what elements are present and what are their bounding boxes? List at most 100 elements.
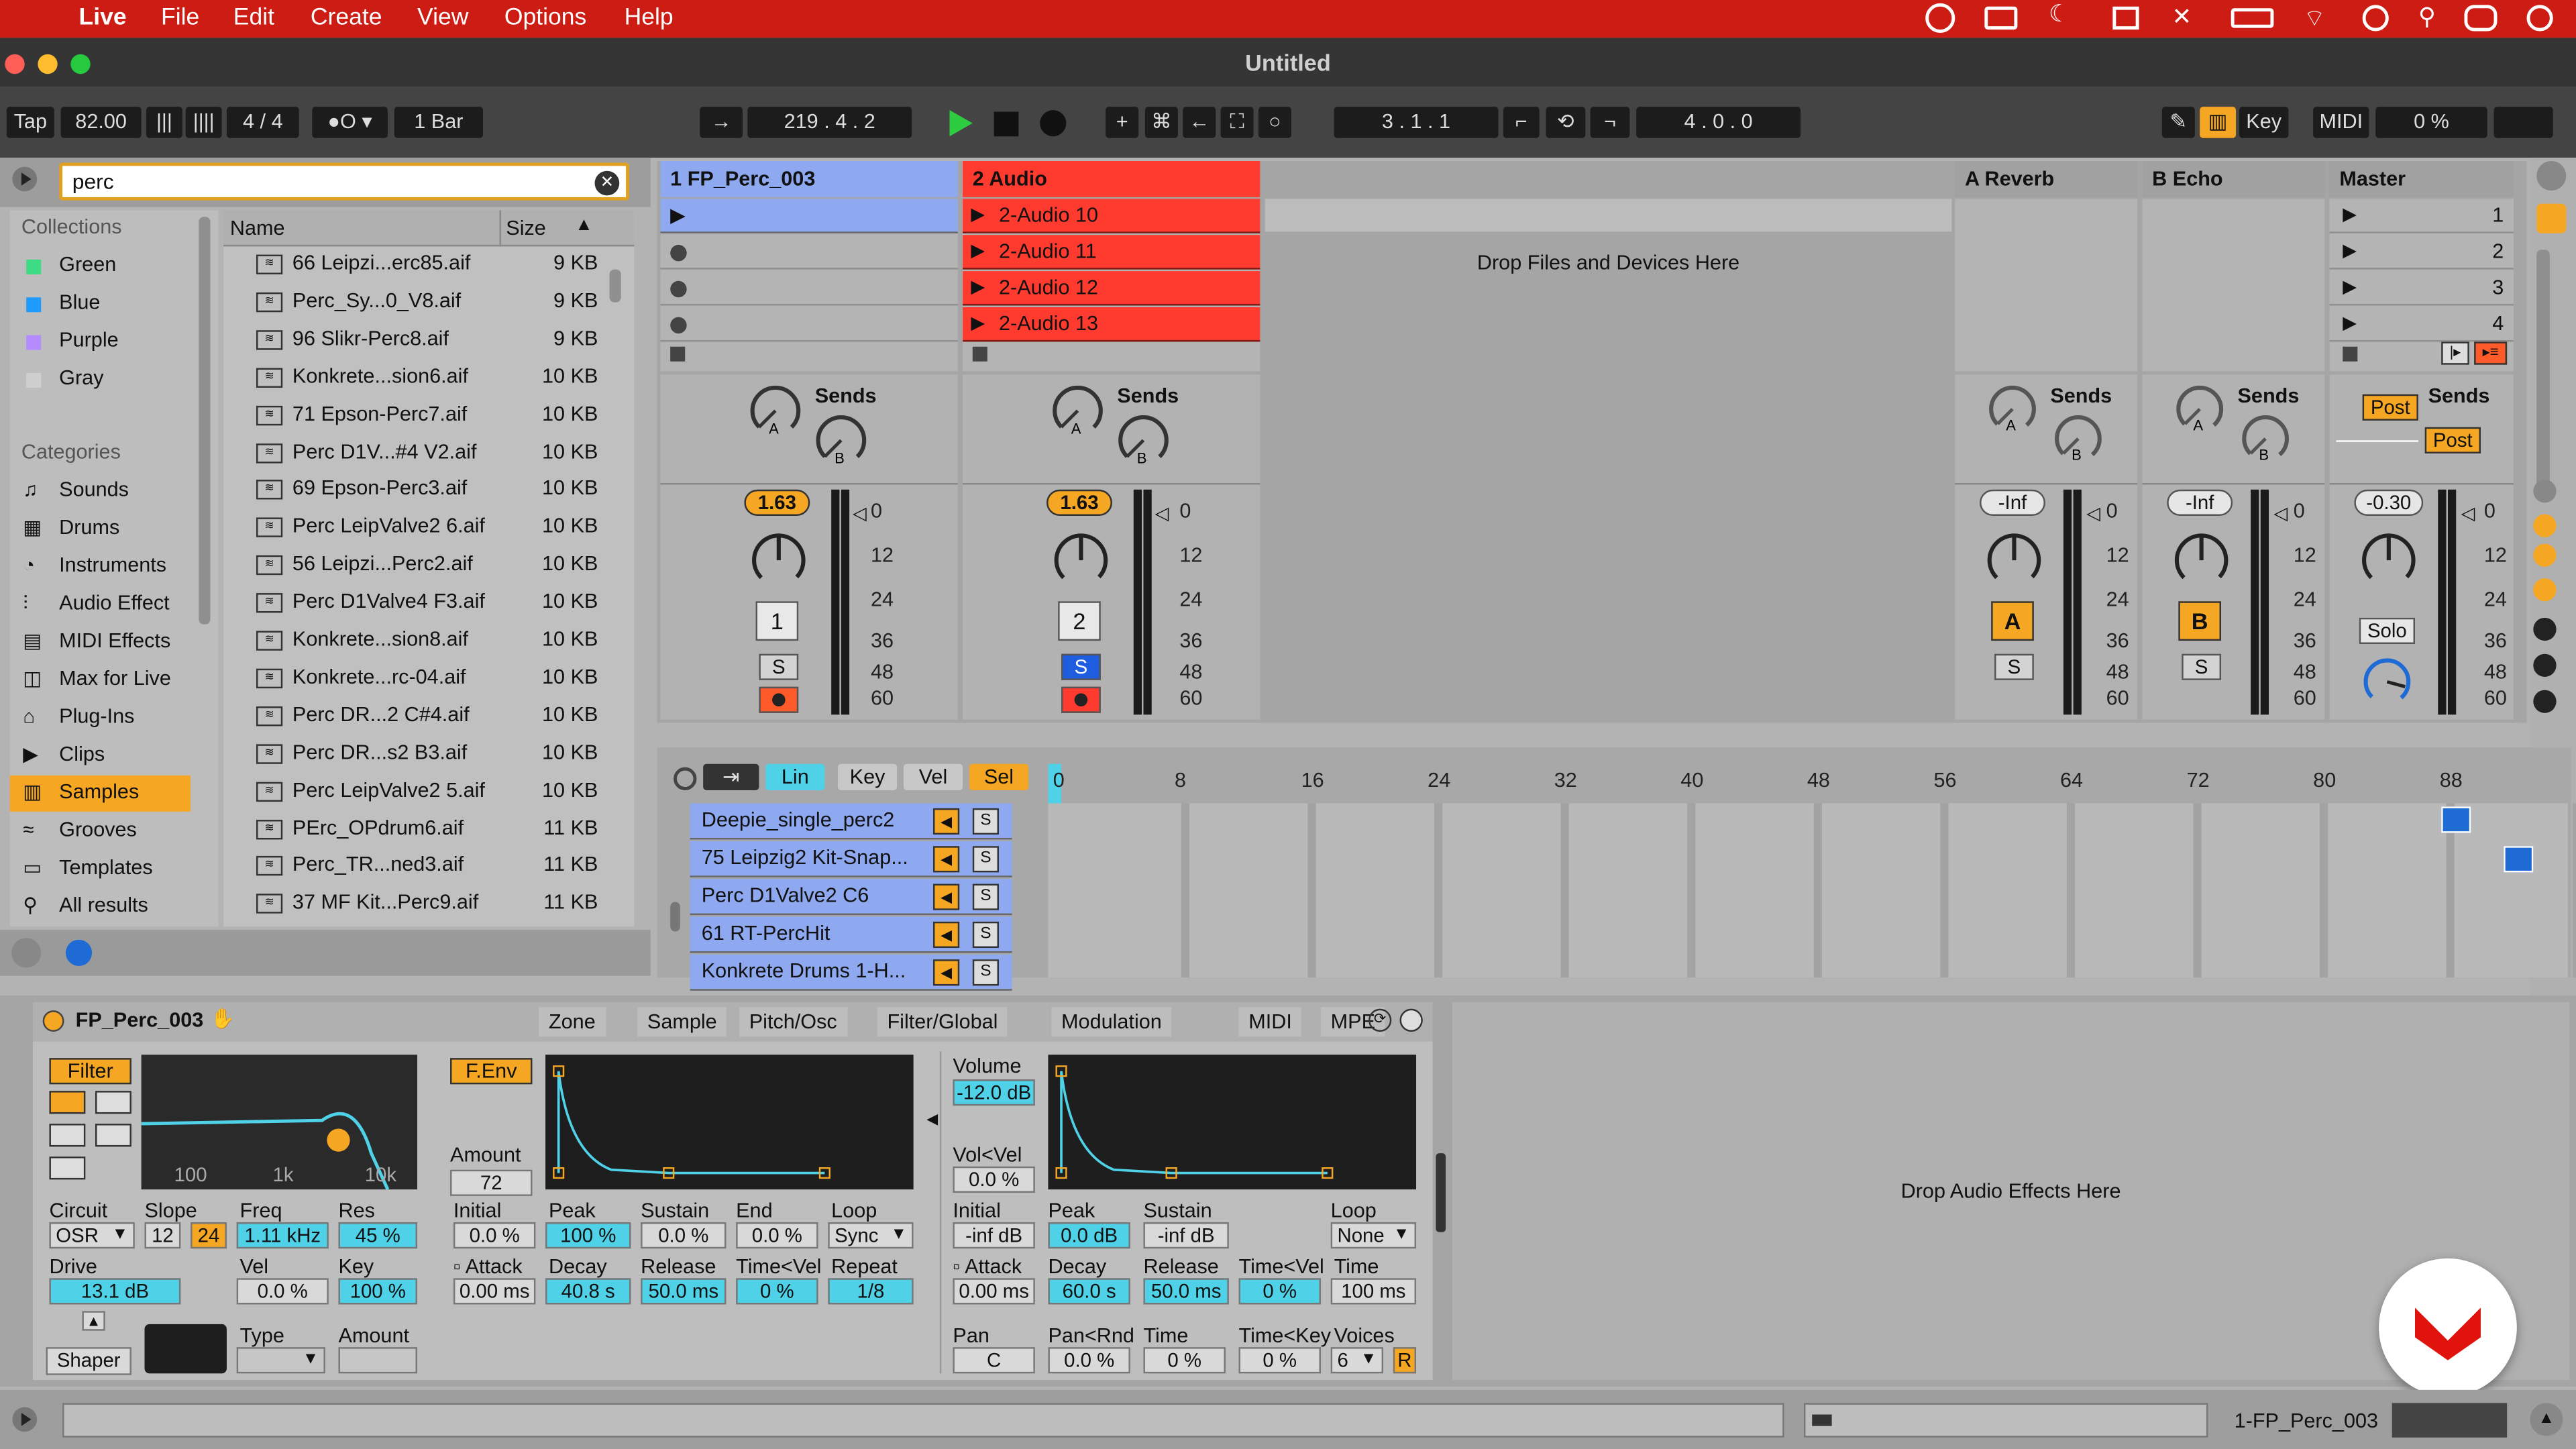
list-item[interactable]: ≋ 69 Epson-Perc3.aif 10 KB (223, 472, 634, 508)
solo-button[interactable]: S (2182, 653, 2222, 680)
list-item[interactable]: ≋ PErc_OPdrum6.aif 11 KB (223, 811, 634, 847)
solo-lane-button[interactable]: S (972, 846, 999, 873)
filter-toggle-button[interactable]: Filter (49, 1058, 131, 1085)
menu-help[interactable]: Help (625, 5, 674, 31)
loop-switch-icon[interactable]: ⟲ (1546, 107, 1586, 138)
track-volume-value[interactable]: 1.63 (744, 489, 810, 516)
loop-start-field[interactable]: 3 . 1 . 1 (1334, 107, 1499, 138)
arrangement-view-icon[interactable] (2536, 203, 2567, 233)
list-item[interactable]: ≋ Konkrete...sion8.aif 10 KB (223, 623, 634, 659)
scene-launch-icon[interactable]: ▶ (2343, 240, 2357, 261)
scene-slot[interactable]: ▶ 4 (2329, 307, 2514, 342)
track-volume-value[interactable]: 1.63 (1046, 489, 1112, 516)
fe-repeat-value[interactable]: 1/8 (828, 1278, 914, 1305)
clip-slot[interactable] (660, 235, 958, 270)
stop-clips-button[interactable] (972, 346, 987, 362)
sidebar-item-templates[interactable]: ▭ Templates (10, 851, 191, 888)
section-fold-icon[interactable]: ◀ (926, 1111, 938, 1129)
list-item[interactable]: ≋ Perc DR...2 C#4.aif 10 KB (223, 698, 634, 734)
fe-loop-select[interactable]: Sync ▼ (828, 1222, 914, 1249)
slope-12-button[interactable]: 12 (144, 1222, 181, 1249)
sidebar-item-instruments[interactable]: ◔ Instruments (10, 549, 191, 585)
fe-end-value[interactable]: 0.0 % (736, 1222, 818, 1249)
ae-peak-value[interactable]: 0.0 dB (1048, 1222, 1130, 1249)
speaker-icon[interactable]: ◀ (933, 846, 960, 873)
sidebar-item-drums[interactable]: ▦ Drums (10, 511, 191, 547)
session-scrollbar[interactable] (2536, 250, 2550, 496)
return-track-header-reverb[interactable]: A Reverb (1955, 161, 2138, 197)
time-signature-field[interactable]: 4 / 4 (226, 107, 299, 138)
post-button[interactable]: Post (2362, 394, 2418, 421)
shaper-expand-icon[interactable]: ▲ (82, 1311, 105, 1331)
tab-midi[interactable]: MIDI (1238, 1007, 1302, 1037)
track-activator-button[interactable]: B (2178, 601, 2222, 641)
tempo-field[interactable]: 82.00 (60, 107, 142, 138)
stop-icon[interactable] (994, 111, 1019, 137)
tap-button[interactable]: Tap (6, 107, 54, 138)
list-item[interactable]: ≋ Perc_TR...ned3.aif 11 KB (223, 849, 634, 885)
track-header-audio[interactable]: 2 Audio (963, 161, 1260, 197)
clip-slot[interactable] (660, 271, 958, 306)
bandpass-filter-icon[interactable] (49, 1124, 86, 1147)
time-value[interactable]: 0 % (1143, 1347, 1226, 1374)
filter-freq-value[interactable]: 1.11 kHz (236, 1222, 329, 1249)
returns-toggle-icon[interactable] (2533, 543, 2557, 567)
groove-pool-icon[interactable] (11, 938, 42, 968)
drive-value[interactable]: 13.1 dB (49, 1278, 181, 1305)
tab-zone[interactable]: Zone (539, 1007, 606, 1037)
mute-icon[interactable]: ✕ (2172, 5, 2192, 31)
menu-options[interactable]: Options (504, 5, 586, 31)
sort-arrow-icon[interactable]: ▲ (575, 215, 593, 235)
metronome-button[interactable]: ●O ▾ (312, 107, 388, 138)
table-row[interactable]: Konkrete Drums 1-H... ◀ S (690, 954, 1012, 991)
loop-length-field[interactable]: 4 . 0 . 0 (1636, 107, 1801, 138)
mpe-settings-icon[interactable]: ⟳ (1368, 1008, 1392, 1032)
tab-pitch-osc[interactable]: Pitch/Osc (739, 1007, 847, 1037)
speaker-icon[interactable]: ◀ (933, 808, 960, 835)
lowpass-filter-icon[interactable] (49, 1091, 86, 1114)
ae-initial-value[interactable]: -inf dB (953, 1222, 1035, 1249)
speaker-icon[interactable]: ◀ (933, 921, 960, 949)
track-activator-button[interactable]: A (1991, 601, 2034, 641)
send-b-knob[interactable]: B (1114, 411, 1173, 470)
list-item[interactable]: ≋ 71 Epson-Perc7.aif 10 KB (223, 397, 634, 433)
menu-edit[interactable]: Edit (233, 5, 274, 31)
solo-button[interactable]: S (759, 653, 799, 680)
stop-clips-button[interactable] (670, 346, 686, 362)
table-row[interactable]: Deepie_single_perc2 ◀ S (690, 803, 1012, 840)
sidebar-item-samples[interactable]: ▥ Samples (9, 775, 191, 812)
list-item[interactable]: ≋ 37 MF Kit...Perc9.aif 11 KB (223, 886, 634, 922)
detail-view-selector[interactable] (1803, 1403, 2208, 1438)
sidebar-item-audio-effect[interactable]: ⫶ Audio Effect (10, 586, 191, 623)
punch-out-icon[interactable]: ¬ (1590, 107, 1630, 138)
overdub-button[interactable]: + (1106, 107, 1139, 138)
scene-record-icon[interactable]: ▸≡ (2474, 341, 2508, 365)
follow-button[interactable]: → (700, 107, 743, 138)
punch-in-icon[interactable]: ⌐ (1503, 107, 1540, 138)
device-scroll-handle[interactable] (1436, 1153, 1446, 1232)
crossfade-icon[interactable]: |▸ (2441, 341, 2469, 365)
shaper-amount-value[interactable] (338, 1347, 418, 1374)
detail-view-toggle-icon[interactable]: ▲ (2530, 1403, 2563, 1436)
sel-button[interactable]: Sel (969, 763, 1029, 790)
wifi-icon[interactable]: ⌔ (2303, 5, 2325, 34)
tab-sample[interactable]: Sample (637, 1007, 727, 1037)
track-volume-value[interactable]: -Inf (2167, 489, 2233, 516)
solo-lane-button[interactable]: S (972, 883, 999, 910)
pan-knob[interactable] (1983, 529, 2045, 592)
volume-slider-handle[interactable]: ◁ (853, 502, 867, 524)
ae-sustain-value[interactable]: -inf dB (1143, 1222, 1229, 1249)
nudge-up-button[interactable]: |||| (185, 107, 222, 138)
fe-sustain-value[interactable]: 0.0 % (641, 1222, 727, 1249)
solo-cue-button[interactable]: Solo (2359, 617, 2416, 645)
mixer-toggle-icon[interactable] (2533, 578, 2557, 602)
control-center-icon[interactable] (2464, 5, 2498, 32)
fe-decay-value[interactable]: 40.8 s (545, 1278, 631, 1305)
search-input[interactable]: perc ✕ (59, 162, 629, 201)
draw-mode-icon[interactable]: ✎ (2161, 107, 2195, 138)
quantization-menu[interactable]: 1 Bar (394, 107, 484, 138)
solo-button[interactable]: S (1994, 653, 2034, 680)
track-header-fp-perc[interactable]: 1 FP_Perc_003 (660, 161, 958, 197)
crossfader-icon[interactable] (2533, 653, 2557, 677)
name-column-header[interactable]: Name (230, 217, 285, 239)
